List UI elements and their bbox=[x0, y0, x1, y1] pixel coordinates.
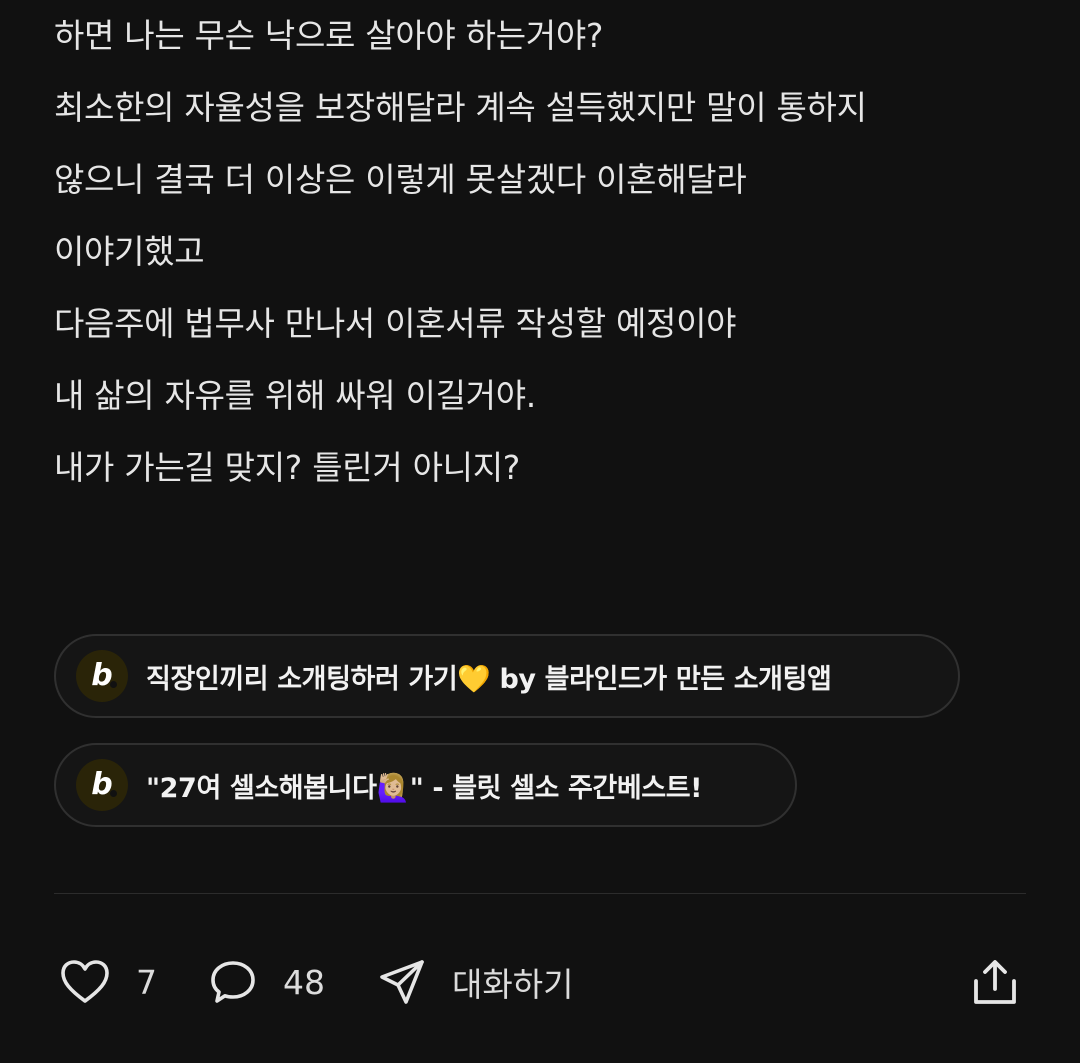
divider bbox=[54, 893, 1026, 894]
promo-text: 직장인끼리 소개팅하러 가기💛 by 블라인드가 만든 소개팅앱 bbox=[146, 663, 832, 695]
share-icon bbox=[970, 957, 1020, 1007]
promo-text: "27여 셀소해봅니다🙋🏼‍♀️" - 블릿 셀소 주간베스트! bbox=[146, 772, 703, 804]
post-body: 하면 나는 무슨 낙으로 살아야 하는거야? 최소한의 자율성을 보장해달라 계… bbox=[54, 0, 1044, 504]
promo-link-weekly-best[interactable]: b "27여 셀소해봅니다🙋🏼‍♀️" - 블릿 셀소 주간베스트! bbox=[54, 743, 797, 827]
heart-icon bbox=[60, 959, 110, 1005]
post-text-line: 최소한의 자율성을 보장해달라 계속 설득했지만 말이 통하지 bbox=[54, 88, 867, 127]
send-icon bbox=[378, 958, 426, 1006]
post-text-line: 하면 나는 무슨 낙으로 살아야 하는거야? bbox=[54, 16, 604, 55]
chat-button[interactable]: 대화하기 bbox=[378, 950, 573, 1014]
promo-link-blind-dating[interactable]: b 직장인끼리 소개팅하러 가기💛 by 블라인드가 만든 소개팅앱 bbox=[54, 634, 960, 718]
comment-count: 48 bbox=[283, 962, 325, 1002]
chat-label: 대화하기 bbox=[452, 965, 574, 1004]
comment-button[interactable]: 48 bbox=[209, 950, 325, 1014]
speech-bubble-icon bbox=[209, 958, 257, 1006]
blind-logo-icon: b bbox=[76, 759, 128, 811]
post-text-line: 내 삶의 자유를 위해 싸워 이길거야. bbox=[54, 376, 536, 415]
action-bar: 7 48 대화하기 bbox=[0, 950, 1080, 1014]
post-text-line: 내가 가는길 맞지? 틀린거 아니지? bbox=[54, 448, 520, 487]
like-count: 7 bbox=[136, 962, 157, 1002]
post-text-line: 이야기했고 bbox=[54, 232, 205, 271]
post-text-line: 않으니 결국 더 이상은 이렇게 못살겠다 이혼해달라 bbox=[54, 160, 747, 199]
post-text-line: 다음주에 법무사 만나서 이혼서류 작성할 예정이야 bbox=[54, 304, 737, 343]
share-button[interactable] bbox=[970, 950, 1020, 1014]
like-button[interactable]: 7 bbox=[60, 950, 157, 1014]
blind-logo-icon: b bbox=[76, 650, 128, 702]
